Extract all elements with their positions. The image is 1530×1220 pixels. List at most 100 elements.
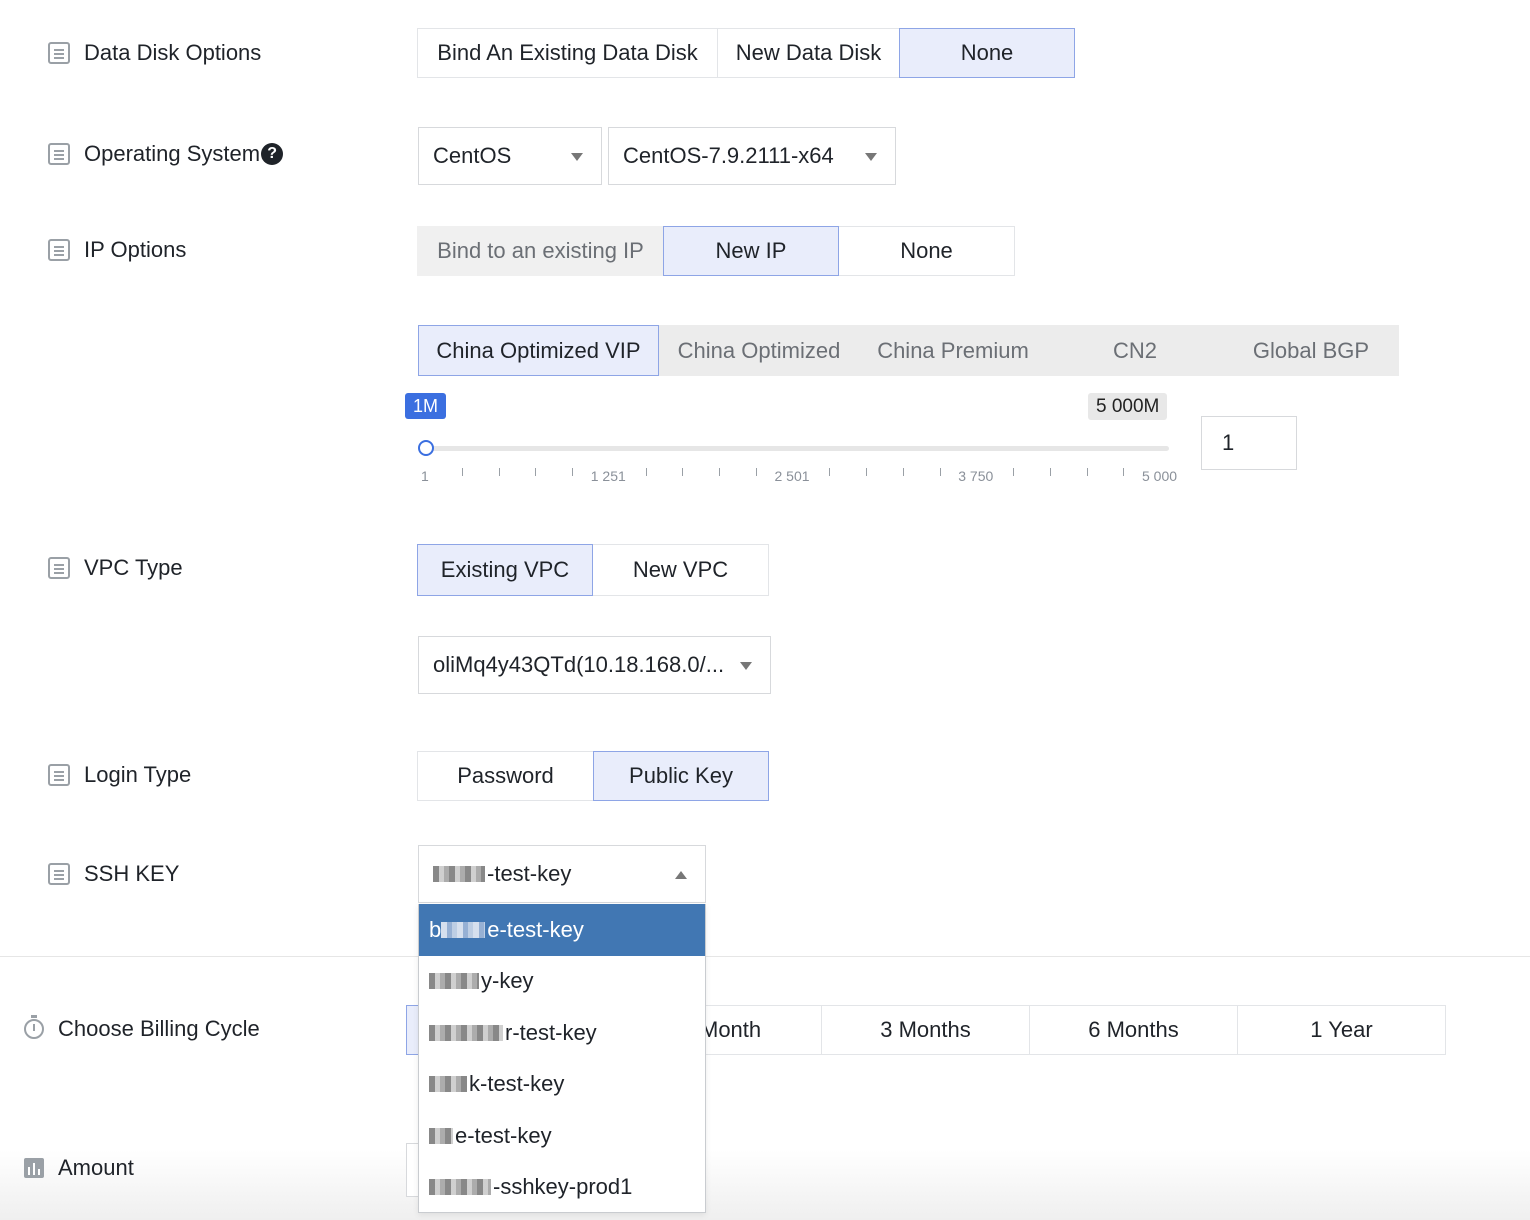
ssh-key-option[interactable]: k-test-key — [419, 1059, 705, 1111]
tab-china-optimized[interactable]: China Optimized — [659, 325, 859, 376]
login-option-public-key[interactable]: Public Key — [593, 751, 769, 801]
slider-tick — [645, 468, 647, 476]
slider-tick — [572, 468, 573, 476]
vpc-option-new[interactable]: New VPC — [592, 544, 769, 596]
document-icon — [48, 143, 70, 165]
data-disk-segment: Bind An Existing Data Disk New Data Disk… — [417, 28, 1075, 78]
billing-cycle-text: Choose Billing Cycle — [58, 1016, 260, 1041]
login-type-segment: Password Public Key — [417, 751, 769, 801]
login-type-label: Login Type — [48, 762, 191, 788]
slider-tick — [1049, 468, 1051, 476]
slider-tick — [535, 468, 537, 476]
data-disk-options-label: Data Disk Options — [48, 40, 261, 66]
ssh-key-option[interactable]: r-test-key — [419, 1007, 705, 1059]
billing-option-3-months[interactable]: 3 Months — [821, 1005, 1030, 1055]
data-disk-option-none[interactable]: None — [899, 28, 1075, 78]
bandwidth-slider-handle[interactable] — [418, 440, 434, 456]
redacted-text — [441, 921, 486, 938]
slider-tick — [866, 468, 867, 476]
billing-cycle-label: Choose Billing Cycle — [24, 1015, 260, 1042]
ssh-key-option[interactable]: y-key — [419, 956, 705, 1008]
tab-china-premium[interactable]: China Premium — [859, 325, 1047, 376]
amount-label: Amount — [24, 1155, 134, 1181]
ip-options-segment: Bind to an existing IP New IP None — [417, 226, 1015, 276]
tab-china-optimized-vip[interactable]: China Optimized VIP — [418, 325, 659, 376]
billing-option-1-year[interactable]: 1 Year — [1237, 1005, 1446, 1055]
slider-tick — [498, 468, 500, 476]
document-icon — [48, 764, 70, 786]
document-icon — [48, 42, 70, 64]
document-icon — [48, 239, 70, 261]
slider-tick — [902, 468, 904, 476]
ssh-key-select[interactable]: -test-key — [418, 845, 706, 903]
login-option-password[interactable]: Password — [417, 751, 594, 801]
slider-tick — [829, 468, 831, 476]
ssh-key-option[interactable]: e-test-key — [419, 1110, 705, 1162]
slider-tick-label: 5 000 — [1142, 468, 1178, 484]
vpc-select-value: oliMq4y43QTd(10.18.168.0/... — [433, 652, 725, 677]
chevron-down-icon — [865, 153, 877, 161]
slider-tick-label: 2 501 — [774, 468, 810, 484]
vpc-option-existing[interactable]: Existing VPC — [417, 544, 593, 596]
data-disk-options-text: Data Disk Options — [84, 40, 262, 65]
operating-system-label: Operating System ? — [48, 141, 284, 167]
slider-tick — [755, 468, 757, 476]
help-icon[interactable]: ? — [261, 143, 284, 165]
ip-option-bind-existing[interactable]: Bind to an existing IP — [417, 226, 664, 276]
amount-text: Amount — [58, 1155, 134, 1180]
chevron-down-icon — [571, 153, 583, 161]
slider-tick-label: 3 750 — [958, 468, 994, 484]
redacted-text — [429, 973, 479, 990]
redacted-text — [429, 1024, 503, 1041]
tab-global-bgp[interactable]: Global BGP — [1223, 325, 1399, 376]
chevron-down-icon — [740, 662, 752, 670]
bandwidth-slider-track[interactable] — [425, 446, 1169, 451]
slider-tick-label: 1 251 — [590, 468, 626, 484]
ip-option-new-ip[interactable]: New IP — [663, 226, 839, 276]
slider-tick — [939, 468, 941, 476]
slider-tick — [1123, 468, 1125, 476]
ip-option-none[interactable]: None — [838, 226, 1015, 276]
billing-segment: Month 3 Months 6 Months 1 Year — [613, 1005, 1446, 1055]
ssh-key-option[interactable]: b e-test-key — [419, 904, 705, 956]
vpc-type-text: VPC Type — [84, 555, 183, 580]
bottom-bar — [0, 1150, 1530, 1220]
slider-tick-label: 1 — [421, 468, 429, 484]
ssh-key-label: SSH KEY — [48, 861, 179, 887]
slider-min-badge: 1M — [405, 393, 447, 419]
slider-tick — [1086, 468, 1088, 476]
redacted-text — [429, 1127, 453, 1144]
ssh-key-option[interactable]: -sshkey-prod1 — [419, 1162, 705, 1214]
os-version-value: CentOS-7.9.2111-x64 — [623, 143, 834, 168]
redacted-text — [429, 1076, 467, 1093]
login-type-text: Login Type — [84, 762, 192, 787]
vpc-select[interactable]: oliMq4y43QTd(10.18.168.0/... — [418, 636, 771, 694]
document-icon — [48, 863, 70, 885]
redacted-text — [429, 1179, 491, 1196]
slider-max-badge: 5 000M — [1088, 393, 1168, 420]
redacted-text — [433, 866, 485, 882]
slider-tick — [461, 468, 463, 476]
bar-chart-icon — [24, 1158, 44, 1178]
slider-tick — [719, 468, 720, 476]
os-family-select[interactable]: CentOS — [418, 127, 602, 185]
bandwidth-number-input[interactable]: 1 — [1201, 416, 1297, 470]
document-icon — [48, 557, 70, 579]
billing-option-6-months[interactable]: 6 Months — [1029, 1005, 1238, 1055]
vpc-type-label: VPC Type — [48, 555, 183, 581]
ip-options-label: IP Options — [48, 237, 186, 263]
section-divider — [0, 956, 1530, 957]
vpc-type-segment: Existing VPC New VPC — [417, 544, 769, 596]
slider-tick — [1013, 468, 1014, 476]
ssh-key-dropdown: b e-test-key y-key r-test-key k-test-key … — [418, 904, 706, 1213]
data-disk-option-bind-existing[interactable]: Bind An Existing Data Disk — [417, 28, 718, 78]
tab-cn2[interactable]: CN2 — [1047, 325, 1223, 376]
os-version-select[interactable]: CentOS-7.9.2111-x64 — [608, 127, 896, 185]
ip-options-text: IP Options — [84, 237, 187, 262]
slider-tick — [682, 468, 684, 476]
ssh-key-current-value: -test-key — [487, 861, 572, 886]
data-disk-option-new[interactable]: New Data Disk — [717, 28, 900, 78]
operating-system-text: Operating System — [84, 141, 261, 166]
os-family-value: CentOS — [433, 143, 512, 168]
chevron-up-icon — [675, 871, 687, 879]
